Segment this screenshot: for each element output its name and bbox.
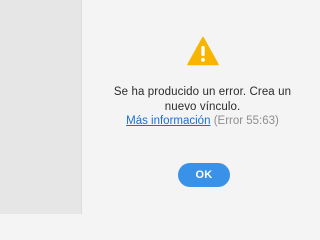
error-code: (Error 55:63) [213, 115, 279, 127]
sidebar-strip [0, 0, 82, 214]
ok-button[interactable]: OK [178, 163, 230, 187]
more-info-link[interactable]: Más información [126, 115, 210, 127]
warning-icon [187, 36, 219, 66]
error-details: Más información (Error 55:63) [100, 114, 305, 129]
error-message: Se ha producido un error. Crea un nuevo … [113, 86, 292, 113]
